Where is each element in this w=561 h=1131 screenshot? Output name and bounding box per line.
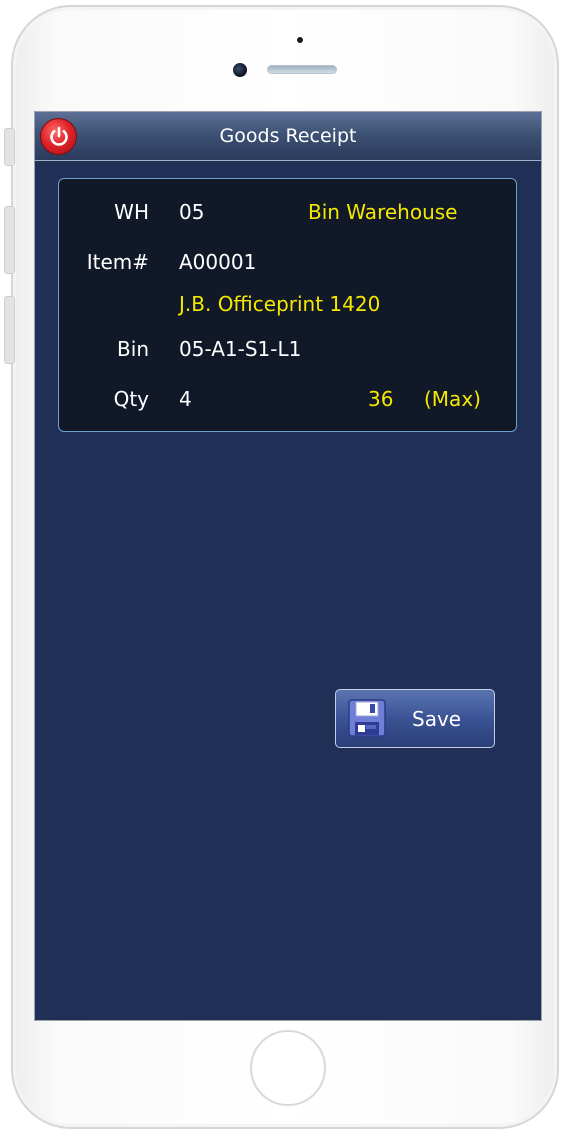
item-label: Item# bbox=[86, 250, 149, 274]
earpiece-speaker bbox=[267, 65, 337, 74]
warehouse-code[interactable]: 05 bbox=[179, 200, 204, 224]
title-bar: Goods Receipt bbox=[35, 112, 541, 161]
page-title: Goods Receipt bbox=[219, 125, 357, 147]
save-button[interactable]: Save bbox=[335, 689, 495, 748]
qty-label: Qty bbox=[113, 387, 149, 411]
bin-code[interactable]: 05-A1-S1-L1 bbox=[179, 337, 301, 361]
floppy-disk-icon bbox=[348, 699, 386, 737]
proximity-sensor bbox=[297, 37, 303, 43]
bin-label: Bin bbox=[117, 337, 149, 361]
mute-switch bbox=[4, 128, 15, 166]
warehouse-name: Bin Warehouse bbox=[308, 200, 458, 224]
home-button[interactable] bbox=[250, 1030, 326, 1106]
qty-input[interactable]: 4 bbox=[179, 387, 192, 411]
receipt-details-panel: WH 05 Bin Warehouse Item# A00001 J.B. Of… bbox=[58, 178, 517, 432]
save-button-label: Save bbox=[412, 707, 462, 731]
item-code[interactable]: A00001 bbox=[179, 250, 256, 274]
volume-down-button bbox=[4, 296, 15, 364]
warehouse-label: WH bbox=[114, 200, 149, 224]
qty-max-value: 36 bbox=[368, 387, 394, 411]
app-screen: Goods Receipt WH 05 Bin Warehouse Item# … bbox=[34, 111, 542, 1021]
front-camera bbox=[233, 63, 247, 77]
qty-max-label: (Max) bbox=[424, 387, 481, 411]
volume-up-button bbox=[4, 206, 15, 274]
item-description: J.B. Officeprint 1420 bbox=[179, 292, 381, 316]
